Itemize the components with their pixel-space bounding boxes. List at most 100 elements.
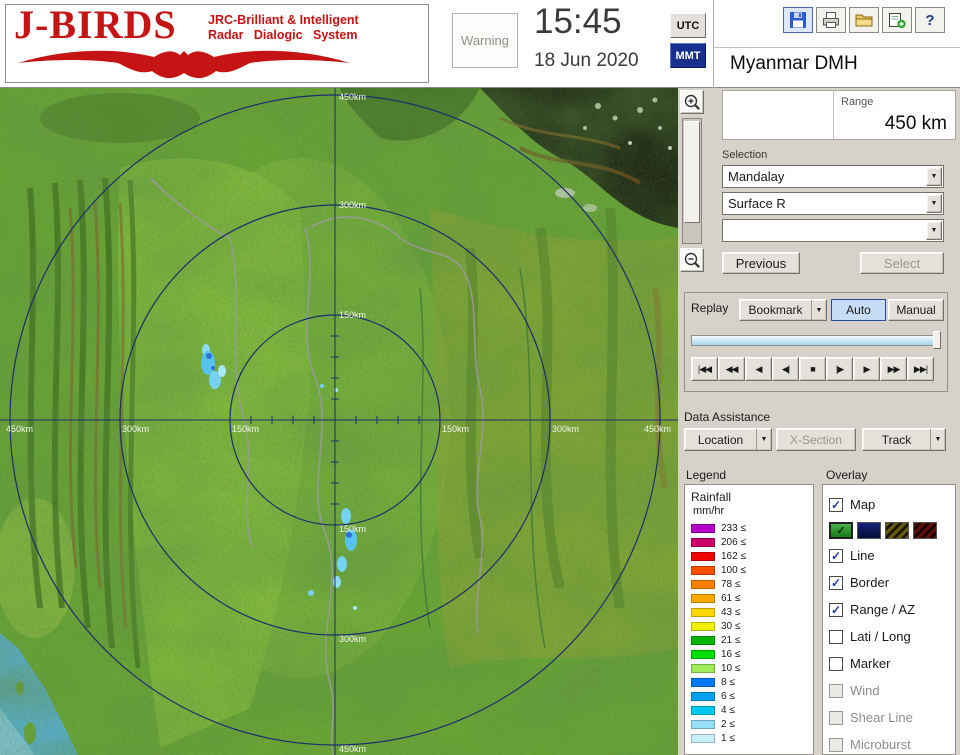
step-back-button[interactable]: ◀|: [772, 357, 799, 381]
open-folder-button[interactable]: [849, 7, 879, 33]
location-button[interactable]: Location ▼: [684, 428, 772, 451]
export-icon: [889, 13, 906, 29]
checkbox[interactable]: [829, 629, 843, 644]
stop-button[interactable]: ■: [799, 357, 826, 381]
zoom-out-button[interactable]: [680, 248, 704, 272]
legend-row-label: 8 ≤: [721, 676, 735, 688]
legend-row: 100 ≤: [691, 563, 813, 577]
replay-group: Replay Bookmark ▼ Auto Manual |◀◀ ◀◀ ◀ ◀| ■ |…: [684, 292, 948, 392]
track-button[interactable]: Track ▼: [862, 428, 946, 451]
skip-to-start-button[interactable]: |◀◀: [691, 357, 718, 381]
folder-icon: [855, 14, 873, 27]
warning-button[interactable]: Warning: [452, 13, 518, 68]
checkbox: [829, 710, 843, 725]
overlay-item-line[interactable]: ✓ Line: [829, 542, 955, 569]
overlay-item-lati-long[interactable]: Lati / Long: [829, 623, 955, 650]
header-divider: [713, 0, 714, 88]
header-bar: J-BIRDS JRC-Brilliant & Intelligent Rada…: [0, 0, 960, 88]
legend-row: 8 ≤: [691, 675, 813, 689]
auto-mode-button[interactable]: Auto: [831, 299, 886, 321]
radar-map[interactable]: 450km 300km 150km 150km 300km 450km 450k…: [0, 88, 678, 755]
fast-forward-button[interactable]: ▶▶: [880, 357, 907, 381]
chevron-down-icon[interactable]: ▼: [811, 300, 826, 320]
overlay-item-label: Shear Line: [850, 710, 913, 725]
range-ring-label: 450km: [644, 424, 671, 434]
zoom-slider-track[interactable]: [682, 118, 702, 244]
overlay-item-label: Map: [850, 497, 876, 512]
legend-color-swatch: [691, 677, 715, 687]
step-forward-button[interactable]: |▶: [826, 357, 853, 381]
legend-row: 30 ≤: [691, 619, 813, 633]
olive-swatch[interactable]: [885, 521, 909, 539]
play-reverse-button[interactable]: ◀: [745, 357, 772, 381]
legend-unit-1: Rainfall: [691, 490, 732, 504]
xsection-button[interactable]: X-Section: [776, 428, 856, 451]
overlay-item-label: Line: [850, 548, 875, 563]
zoom-in-button[interactable]: [680, 90, 704, 114]
checkbox[interactable]: ✓: [829, 548, 843, 563]
overlay-item-range-az[interactable]: ✓ Range / AZ: [829, 596, 955, 623]
fast-rewind-button[interactable]: ◀◀: [718, 357, 745, 381]
range-label: Range: [841, 96, 874, 108]
overlay-item-marker[interactable]: Marker: [829, 650, 955, 677]
legend-color-swatch: [691, 607, 715, 617]
dark-red-swatch[interactable]: [913, 521, 937, 539]
legend-row: 2 ≤: [691, 717, 813, 731]
navy-swatch[interactable]: [857, 521, 881, 539]
extra-dropdown[interactable]: ▼: [722, 219, 944, 242]
help-button[interactable]: ?: [915, 7, 945, 33]
select-button[interactable]: Select: [860, 252, 944, 274]
legend-row-label: 206 ≤: [721, 536, 746, 548]
replay-slider[interactable]: [691, 331, 941, 349]
legend-row: 6 ≤: [691, 689, 813, 703]
terrain-layer: [0, 88, 678, 755]
range-ring-label: 150km: [339, 310, 366, 320]
legend-row-label: 6 ≤: [721, 690, 735, 702]
site-dropdown[interactable]: Mandalay ▼: [722, 165, 944, 188]
legend-row: 10 ≤: [691, 661, 813, 675]
range-value: 450 km: [884, 113, 947, 134]
chevron-down-icon[interactable]: ▼: [926, 221, 942, 240]
checkbox[interactable]: ✓: [829, 575, 843, 590]
replay-slider-thumb[interactable]: [933, 331, 941, 349]
manual-mode-button[interactable]: Manual: [888, 299, 944, 321]
zoom-slider-thumb[interactable]: [684, 121, 700, 223]
checkbox[interactable]: ✓: [829, 497, 843, 512]
legend-row-label: 162 ≤: [721, 550, 746, 562]
mmt-toggle-button[interactable]: MMT: [670, 43, 706, 68]
station-name: Myanmar DMH: [730, 53, 858, 74]
data-assistance-label: Data Assistance: [684, 410, 771, 424]
chevron-down-icon[interactable]: ▼: [926, 194, 942, 213]
product-dropdown[interactable]: Surface R ▼: [722, 192, 944, 215]
bookmark-button[interactable]: Bookmark ▼: [739, 299, 827, 321]
checkbox[interactable]: [829, 656, 843, 671]
chevron-down-icon[interactable]: ▼: [756, 429, 771, 450]
checkbox[interactable]: ✓: [829, 602, 843, 617]
chevron-down-icon[interactable]: ▼: [930, 429, 945, 450]
legend-row-label: 2 ≤: [721, 718, 735, 730]
legend-color-swatch: [691, 663, 715, 673]
jbirds-logo: J-BIRDS JRC-Brilliant & Intelligent Rada…: [5, 2, 429, 83]
terrain-green-swatch[interactable]: ✓: [829, 521, 853, 539]
replay-slider-track[interactable]: [691, 335, 941, 346]
overlay-item-border[interactable]: ✓ Border: [829, 569, 955, 596]
legend-row: 43 ≤: [691, 605, 813, 619]
range-ring-label: 300km: [122, 424, 149, 434]
chevron-down-icon[interactable]: ▼: [926, 167, 942, 186]
legend-color-swatch: [691, 579, 715, 589]
overlay-item-label: Microburst: [850, 737, 911, 752]
legend-row-label: 21 ≤: [721, 634, 741, 646]
print-button[interactable]: [816, 7, 846, 33]
previous-button[interactable]: Previous: [722, 252, 800, 274]
legend-rows: 233 ≤ 206 ≤ 162 ≤ 100 ≤ 78 ≤ 61 ≤ 43 ≤ 30 ≤ 21 ≤…: [691, 521, 813, 745]
legend-color-swatch: [691, 705, 715, 715]
legend-color-swatch: [691, 593, 715, 603]
skip-to-end-button[interactable]: ▶▶|: [907, 357, 934, 381]
save-button[interactable]: [783, 7, 813, 33]
play-button[interactable]: ▶: [853, 357, 880, 381]
export-button[interactable]: [882, 7, 912, 33]
track-label: Track: [881, 432, 912, 447]
overlay-item-map[interactable]: ✓ Map: [829, 491, 955, 518]
utc-toggle-button[interactable]: UTC: [670, 13, 706, 38]
legend-row: 16 ≤: [691, 647, 813, 661]
